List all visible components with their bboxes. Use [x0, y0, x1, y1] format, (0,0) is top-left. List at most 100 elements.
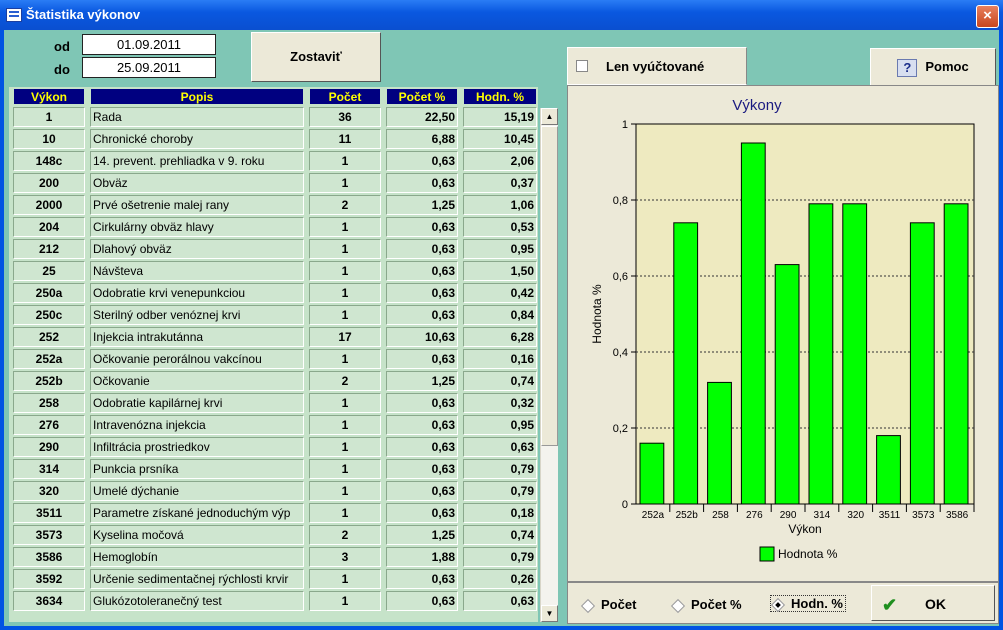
len-vyuctovane-checkbox[interactable] [576, 60, 588, 72]
cell-hodn-pct: 10,45 [463, 129, 537, 149]
radio-hodn-pct[interactable]: Hodn. % [770, 595, 846, 612]
cell-pocet: 1 [309, 393, 381, 413]
cell-hodn-pct: 0,18 [463, 503, 537, 523]
radio-hodn-pct-label: Hodn. % [791, 596, 843, 611]
cell-pocet-pct: 0,63 [386, 459, 458, 479]
od-date-input[interactable]: 01.09.2011 [82, 34, 216, 55]
cell-pocet-pct: 0,63 [386, 173, 458, 193]
table-row[interactable]: 2000 Prvé ošetrenie malej rany 2 1,25 1,06 [9, 194, 538, 216]
app-icon [6, 8, 22, 22]
radio-pocet-pct[interactable]: Počet % [670, 597, 742, 613]
help-icon: ? [897, 58, 918, 77]
cell-popis: Návšteva [90, 261, 304, 281]
cell-pocet-pct: 0,63 [386, 305, 458, 325]
cell-pocet: 1 [309, 349, 381, 369]
cell-pocet: 1 [309, 481, 381, 501]
do-label: do [54, 62, 70, 77]
header-hodn-pct: Hodn. % [463, 88, 537, 105]
bar-3586 [943, 203, 969, 505]
table-row[interactable]: 212 Dlahový obväz 1 0,63 0,95 [9, 238, 538, 260]
table-row[interactable]: 3592 Určenie sedimentačnej rýchlosti krvi… [9, 568, 538, 590]
table-row[interactable]: 10 Chronické choroby 11 6,88 10,45 [9, 128, 538, 150]
cell-popis: Injekcia intrakutánna [90, 327, 304, 347]
cell-vykon: 200 [13, 173, 85, 193]
cell-hodn-pct: 0,84 [463, 305, 537, 325]
cell-popis: Očkovanie perorálnou vakcínou [90, 349, 304, 369]
table-row[interactable]: 1 Rada 36 22,50 15,19 [9, 106, 538, 128]
table-row[interactable]: 200 Obväz 1 0,63 0,37 [9, 172, 538, 194]
window: Štatistika výkonov × od 01.09.2011 do 25… [0, 0, 1003, 630]
client-area: od 01.09.2011 do 25.09.2011 Zostaviť Výk… [4, 30, 999, 626]
y-tick-label: 1 [622, 119, 628, 131]
cell-pocet-pct: 0,63 [386, 503, 458, 523]
cell-vykon: 3511 [13, 503, 85, 523]
table-row[interactable]: 252b Očkovanie 2 1,25 0,74 [9, 370, 538, 392]
cell-popis: Očkovanie [90, 371, 304, 391]
pomoc-button[interactable]: ? Pomoc [870, 48, 996, 86]
cell-vykon: 10 [13, 129, 85, 149]
table-row[interactable]: 250c Sterilný odber venóznej krvi 1 0,63 0,8… [9, 304, 538, 326]
cell-hodn-pct: 0,53 [463, 217, 537, 237]
cell-popis: Cirkulárny obväz hlavy [90, 217, 304, 237]
cell-pocet-pct: 0,63 [386, 481, 458, 501]
table-row[interactable]: 258 Odobratie kapilárnej krvi 1 0,63 0,32 [9, 392, 538, 414]
cell-hodn-pct: 0,95 [463, 415, 537, 435]
table-row[interactable]: 3511 Parametre získané jednoduchým výp 1 0,… [9, 502, 538, 524]
x-tick-label: 314 [814, 510, 831, 521]
x-tick-label: 258 [712, 510, 729, 521]
cell-popis: Infiltrácia prostriedkov [90, 437, 304, 457]
chart-mode-bar: Počet Počet % Hodn. % ✔ OK [567, 582, 999, 624]
table-row[interactable]: 204 Cirkulárny obväz hlavy 1 0,63 0,53 [9, 216, 538, 238]
cell-vykon: 258 [13, 393, 85, 413]
x-tick-label: 320 [847, 510, 864, 521]
cell-vykon: 250a [13, 283, 85, 303]
header-pocet: Počet [309, 88, 381, 105]
close-button[interactable]: × [976, 5, 999, 28]
radio-pocet-pct-label: Počet % [691, 597, 742, 612]
table-row[interactable]: 250a Odobratie krvi venepunkciou 1 0,63 0,42 [9, 282, 538, 304]
table-row[interactable]: 314 Punkcia prsníka 1 0,63 0,79 [9, 458, 538, 480]
title-bar[interactable]: Štatistika výkonov × [0, 0, 1003, 30]
table-row[interactable]: 252a Očkovanie perorálnou vakcínou 1 0,63 0,… [9, 348, 538, 370]
table-row[interactable]: 276 Intravenózna injekcia 1 0,63 0,95 [9, 414, 538, 436]
table-row[interactable]: 3634 Glukózotoleranečný test 1 0,63 0,63 [9, 590, 538, 612]
zostavit-button[interactable]: Zostaviť [251, 32, 381, 82]
cell-vykon: 3586 [13, 547, 85, 567]
cell-hodn-pct: 0,95 [463, 239, 537, 259]
cell-hodn-pct: 0,63 [463, 591, 537, 611]
table-row[interactable]: 3586 Hemoglobín 3 1,88 0,79 [9, 546, 538, 568]
pomoc-label: Pomoc [925, 59, 969, 74]
radio-pocet[interactable]: Počet [580, 597, 636, 613]
y-tick-label: 0,8 [613, 195, 628, 207]
cell-vykon: 252a [13, 349, 85, 369]
table-scrollbar[interactable]: ▲ ▼ [540, 108, 558, 622]
radio-hodn-pct-indicator [770, 597, 786, 612]
len-vyuctovane-tab[interactable]: Len vyúčtované [567, 47, 747, 85]
table-row[interactable]: 290 Infiltrácia prostriedkov 1 0,63 0,63 [9, 436, 538, 458]
cell-vykon: 290 [13, 437, 85, 457]
do-date-input[interactable]: 25.09.2011 [82, 57, 216, 78]
radio-pocet-pct-indicator [670, 598, 686, 613]
cell-pocet: 2 [309, 371, 381, 391]
table-row[interactable]: 3573 Kyselina močová 2 1,25 0,74 [9, 524, 538, 546]
cell-popis: Sterilný odber venóznej krvi [90, 305, 304, 325]
cell-hodn-pct: 0,37 [463, 173, 537, 193]
table-row[interactable]: 252 Injekcia intrakutánna 17 10,63 6,28 [9, 326, 538, 348]
bar-chart: Výkony 0 0,2 0,4 0,6 0,8 1 Hodnota % 252a 252b 258… [590, 97, 975, 562]
cell-vykon: 3634 [13, 591, 85, 611]
cell-pocet: 1 [309, 217, 381, 237]
cell-popis: Chronické choroby [90, 129, 304, 149]
table-row[interactable]: 148c 14. prevent. prehliadka v 9. roku 1 0,… [9, 150, 538, 172]
table-row[interactable]: 25 Návšteva 1 0,63 1,50 [9, 260, 538, 282]
cell-pocet: 1 [309, 283, 381, 303]
table-row[interactable]: 320 Umelé dýchanie 1 0,63 0,79 [9, 480, 538, 502]
ok-button[interactable]: ✔ OK [871, 585, 995, 621]
cell-pocet: 1 [309, 173, 381, 193]
scroll-down-button[interactable]: ▼ [541, 605, 558, 622]
results-table: Výkon Popis Počet Počet % Hodn. % 1 Rada 3… [9, 87, 538, 622]
cell-pocet-pct: 1,25 [386, 371, 458, 391]
cell-popis: Obväz [90, 173, 304, 193]
scroll-thumb[interactable] [541, 126, 558, 446]
scroll-up-button[interactable]: ▲ [541, 108, 558, 125]
y-tick-label: 0 [622, 499, 628, 511]
